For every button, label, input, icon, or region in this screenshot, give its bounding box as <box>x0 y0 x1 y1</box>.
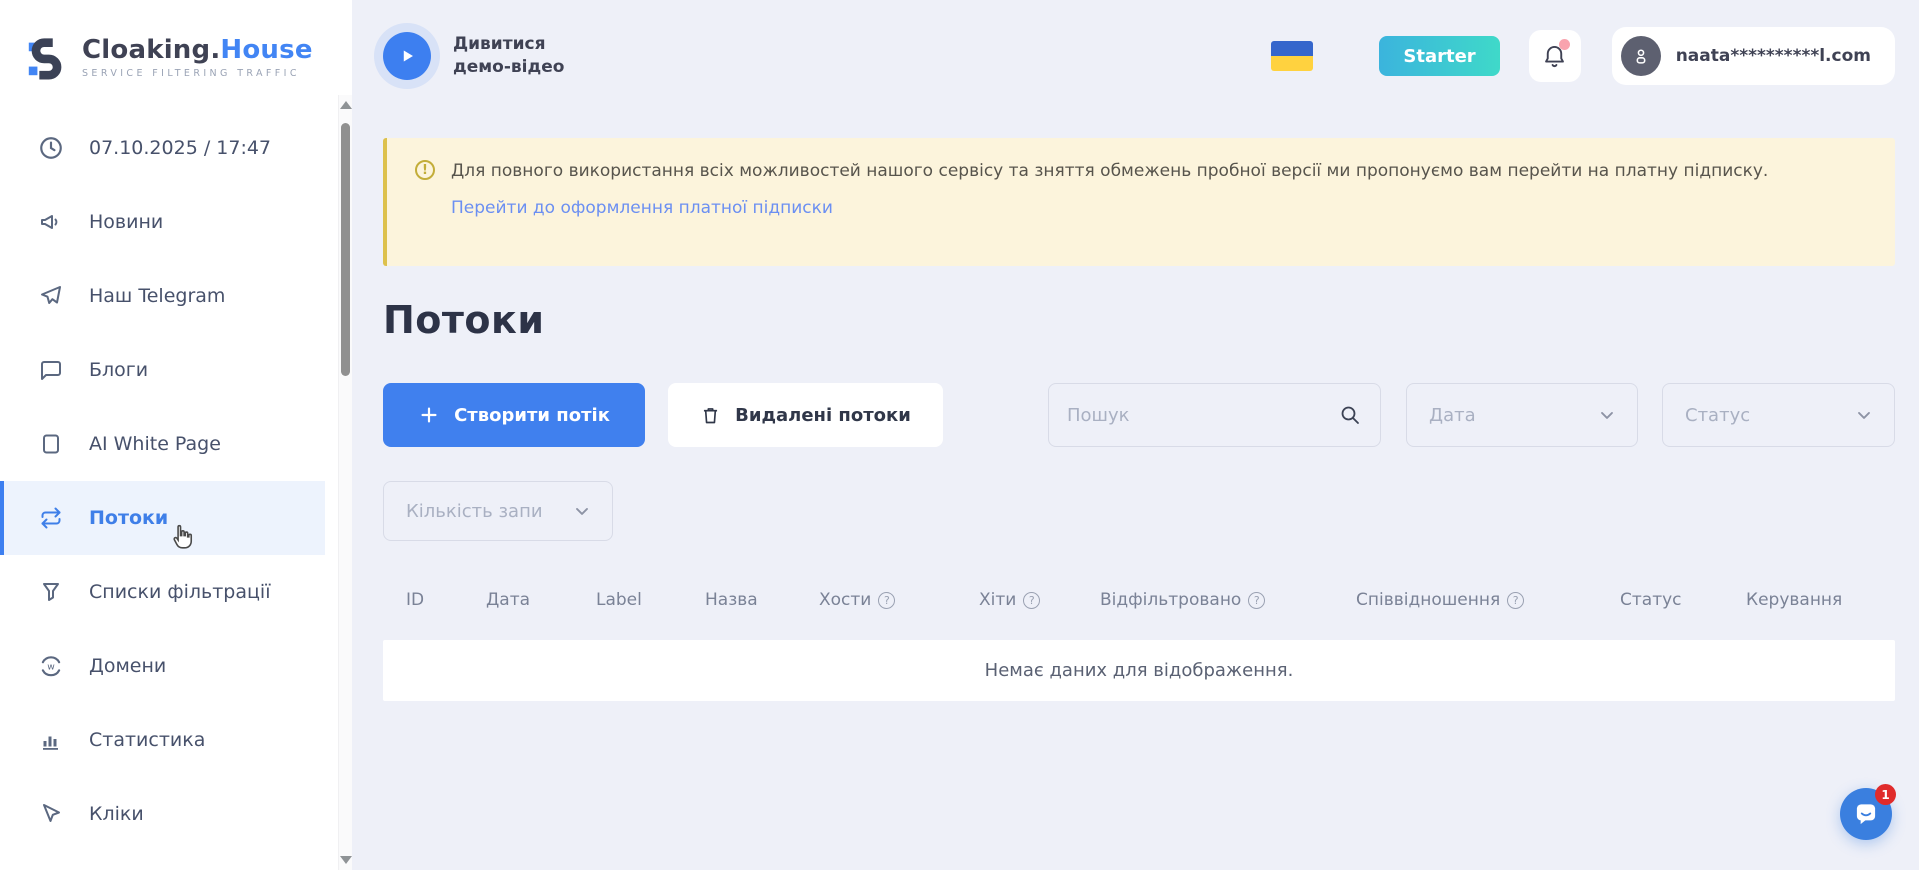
sidebar-scrollbar[interactable] <box>338 95 352 870</box>
sidebar-item-datetime: 07.10.2025 / 17:47 <box>0 111 325 185</box>
deleted-flows-button[interactable]: Видалені потоки <box>668 383 943 447</box>
brand-text: Cloaking.House SERVICE FILTERING TRAFFIC <box>82 35 313 79</box>
date-filter-dropdown[interactable]: Дата <box>1406 383 1638 447</box>
sidebar-item-label: Блоги <box>89 359 148 381</box>
language-flag-ukraine[interactable] <box>1271 41 1313 71</box>
telegram-icon <box>38 283 64 309</box>
demo-video-play-button[interactable] <box>383 32 431 80</box>
trash-icon <box>700 405 721 426</box>
brand-name: Cloaking.House <box>82 35 313 65</box>
help-icon[interactable]: ? <box>878 592 895 609</box>
search-icon[interactable] <box>1338 403 1362 427</box>
status-filter-dropdown[interactable]: Статус <box>1662 383 1895 447</box>
sidebar-item-filter-lists[interactable]: Списки фільтрації <box>0 555 325 629</box>
page-icon <box>38 431 64 457</box>
brand-logo[interactable]: Cloaking.House SERVICE FILTERING TRAFFIC <box>0 0 352 92</box>
plan-badge[interactable]: Starter <box>1379 36 1499 76</box>
sidebar-item-label: Наш Telegram <box>89 285 225 307</box>
help-icon[interactable]: ? <box>1023 592 1040 609</box>
notifications-button[interactable] <box>1529 30 1581 82</box>
chat-widget-button[interactable]: 1 <box>1840 788 1892 840</box>
subscribe-link[interactable]: Перейти до оформлення платної підписки <box>451 198 833 218</box>
page-title: Потоки <box>383 298 544 342</box>
chat-bubble-icon <box>38 357 64 383</box>
user-icon <box>1630 45 1652 67</box>
banner-text: Для повного використання всіх можливосте… <box>451 158 1768 184</box>
megaphone-icon <box>38 209 64 235</box>
chevron-down-icon <box>1854 405 1874 425</box>
mouse-hand-cursor-icon <box>168 522 198 554</box>
user-account-button[interactable]: naata**********l.com <box>1612 27 1895 85</box>
search-box <box>1048 383 1381 447</box>
sidebar-item-label: Кліки <box>89 803 144 825</box>
flag-blue-stripe <box>1271 41 1313 56</box>
avatar <box>1621 36 1661 76</box>
cursor-icon <box>38 801 64 827</box>
bar-chart-icon <box>38 727 64 753</box>
svg-text:w: w <box>47 661 55 672</box>
scrollbar-thumb[interactable] <box>341 123 350 376</box>
notification-dot <box>1559 39 1570 50</box>
sidebar: Cloaking.House SERVICE FILTERING TRAFFIC… <box>0 0 352 870</box>
sidebar-item-label: AI White Page <box>89 433 221 455</box>
flows-table: ID Дата Label Назва Хости ? Хіти ? Відфі… <box>383 581 1895 701</box>
scrollbar-up-arrow-icon[interactable] <box>340 101 352 109</box>
column-header-ratio: Співвідношення ? <box>1356 590 1620 610</box>
scrollbar-down-arrow-icon[interactable] <box>340 856 352 864</box>
sidebar-item-telegram[interactable]: Наш Telegram <box>0 259 325 333</box>
column-header-hosts: Хости ? <box>819 590 979 610</box>
column-header-hits: Хіти ? <box>979 590 1100 610</box>
flag-yellow-stripe <box>1271 56 1313 71</box>
chevron-down-icon <box>1597 405 1617 425</box>
column-header-date: Дата <box>486 590 596 610</box>
help-icon[interactable]: ? <box>1507 592 1524 609</box>
sidebar-item-domains[interactable]: w Домени <box>0 629 325 703</box>
column-header-status: Статус <box>1620 590 1746 610</box>
brand-tagline: SERVICE FILTERING TRAFFIC <box>82 68 313 79</box>
sync-icon <box>38 505 64 531</box>
column-header-label: Label <box>596 590 705 610</box>
column-header-name: Назва <box>705 590 819 610</box>
sidebar-item-blogs[interactable]: Блоги <box>0 333 325 407</box>
brand-logo-icon <box>24 34 70 80</box>
sidebar-item-label: Статистика <box>89 729 205 751</box>
chevron-down-icon <box>572 501 592 521</box>
column-header-filtered: Відфільтровано ? <box>1100 590 1356 610</box>
trial-warning-banner: ! Для повного використання всіх можливос… <box>383 138 1895 266</box>
chat-unread-badge: 1 <box>1875 784 1896 805</box>
sidebar-item-statistics[interactable]: Статистика <box>0 703 325 777</box>
sidebar-item-label: Потоки <box>89 507 168 529</box>
help-icon[interactable]: ? <box>1248 592 1265 609</box>
funnel-icon <box>38 579 64 605</box>
sidebar-item-clicks[interactable]: Кліки <box>0 777 325 851</box>
table-empty-state: Немає даних для відображення. <box>383 640 1895 701</box>
column-header-id: ID <box>406 590 486 610</box>
sidebar-item-label: Домени <box>89 655 166 677</box>
sidebar-item-flows[interactable]: Потоки <box>0 481 325 555</box>
sidebar-item-label: 07.10.2025 / 17:47 <box>89 137 271 159</box>
sidebar-item-label: Новини <box>89 211 163 233</box>
chat-widget-icon <box>1851 799 1881 829</box>
domains-icon: w <box>38 653 64 679</box>
sidebar-nav: 07.10.2025 / 17:47 Новини Наш Telegram Б… <box>0 111 325 851</box>
user-email: naata**********l.com <box>1676 46 1871 66</box>
play-icon <box>396 45 418 67</box>
create-flow-button[interactable]: Створити потік <box>383 383 645 447</box>
search-input[interactable] <box>1067 405 1338 426</box>
plus-icon <box>418 404 440 426</box>
records-count-dropdown[interactable]: Кількість запи <box>383 481 613 541</box>
top-bar: Дивитися демо-відео Starter naata*******… <box>352 0 1919 112</box>
column-header-manage: Керування <box>1746 590 1895 610</box>
demo-video-label[interactable]: Дивитися демо-відео <box>453 33 564 79</box>
sidebar-item-news[interactable]: Новини <box>0 185 325 259</box>
table-header: ID Дата Label Назва Хости ? Хіти ? Відфі… <box>383 581 1895 619</box>
clock-icon <box>38 135 64 161</box>
sidebar-item-label: Списки фільтрації <box>89 581 270 603</box>
sidebar-item-ai-white-page[interactable]: AI White Page <box>0 407 325 481</box>
warning-icon: ! <box>415 160 435 180</box>
